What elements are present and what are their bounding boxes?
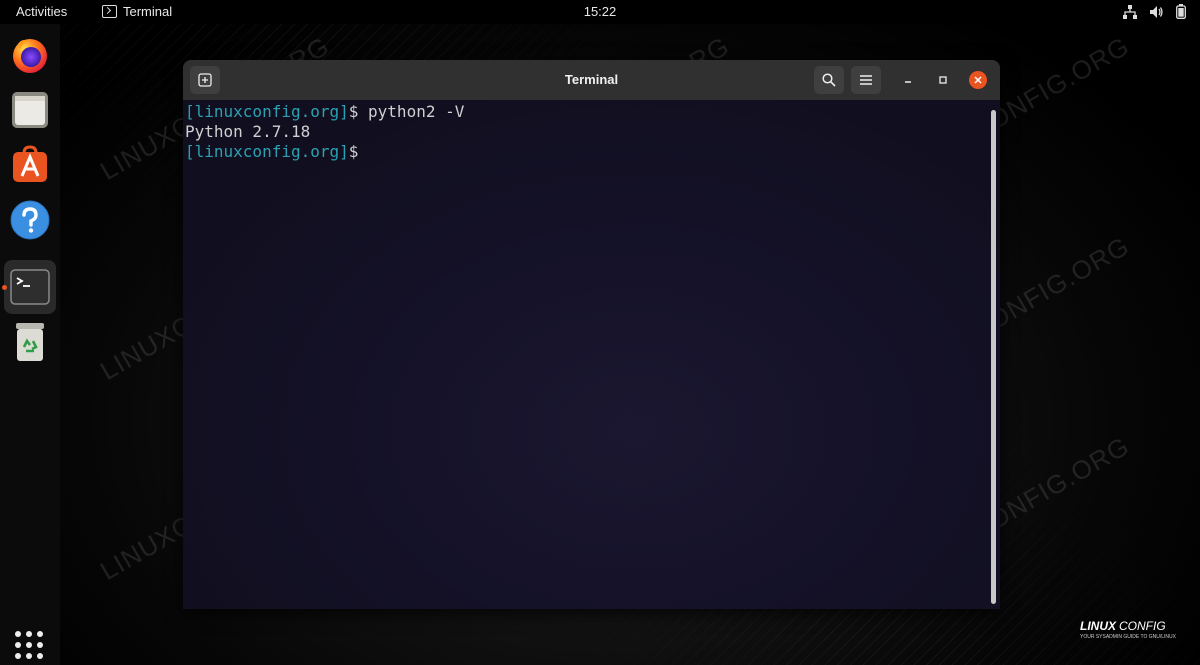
- dock-item-terminal[interactable]: [4, 260, 56, 314]
- shell-prompt: [linuxconfig.org]: [185, 102, 349, 121]
- show-apps-button[interactable]: [14, 630, 44, 664]
- terminal-line: Python 2.7.18: [185, 122, 1000, 142]
- activities-button[interactable]: Activities: [16, 4, 67, 19]
- software-icon: [13, 145, 47, 182]
- svg-text:YOUR SYSADMIN GUIDE TO GNU/LIN: YOUR SYSADMIN GUIDE TO GNU/LINUX: [1080, 634, 1177, 640]
- svg-text:CONFIG: CONFIG: [1119, 619, 1166, 633]
- app-menu[interactable]: Terminal: [102, 4, 172, 19]
- maximize-button[interactable]: [934, 71, 952, 89]
- minimize-button[interactable]: [899, 71, 917, 89]
- dock-item-firefox[interactable]: [5, 30, 55, 80]
- linuxconfig-logo: LINUX CONFIG YOUR SYSADMIN GUIDE TO GNU/…: [1078, 618, 1190, 644]
- command-text: $: [348, 142, 359, 161]
- shell-prompt: [linuxconfig.org]: [185, 142, 349, 161]
- terminal-icon: [102, 5, 117, 18]
- window-titlebar[interactable]: Terminal: [183, 60, 1000, 100]
- apps-grid-icon: [15, 631, 43, 659]
- new-tab-button[interactable]: [190, 66, 220, 94]
- minimize-icon: [905, 81, 911, 83]
- dock-item-trash[interactable]: [5, 317, 55, 367]
- dock: [0, 24, 60, 665]
- close-button[interactable]: [969, 71, 987, 89]
- system-tray[interactable]: [1123, 4, 1186, 19]
- running-indicator: [2, 285, 7, 290]
- files-icon: [12, 92, 48, 128]
- dock-item-files[interactable]: [5, 85, 55, 135]
- dock-item-help[interactable]: [5, 195, 55, 245]
- terminal-line: [linuxconfig.org]$: [185, 142, 1000, 162]
- network-icon[interactable]: [1123, 4, 1137, 19]
- command-text: $ python2 -V: [348, 102, 465, 121]
- terminal-window[interactable]: Terminal [linuxconfig.org]$ python2 -V P…: [183, 60, 1000, 609]
- output-text: Python 2.7.18: [185, 122, 311, 141]
- app-menu-label: Terminal: [123, 4, 173, 19]
- clock[interactable]: 15:22: [584, 4, 617, 19]
- terminal-icon: [10, 269, 50, 305]
- svg-text:LINUX: LINUX: [1080, 619, 1117, 633]
- volume-icon[interactable]: [1149, 5, 1164, 19]
- top-bar: Activities Terminal 15:22: [0, 0, 1200, 24]
- menu-button[interactable]: [851, 66, 881, 94]
- dock-item-software[interactable]: [5, 140, 55, 190]
- search-icon: [822, 73, 836, 87]
- battery-icon[interactable]: [1176, 4, 1186, 19]
- maximize-icon: [939, 76, 947, 84]
- terminal-line: [linuxconfig.org]$ python2 -V: [185, 102, 1000, 122]
- hamburger-menu-icon: [860, 75, 872, 85]
- close-icon: [974, 76, 982, 84]
- search-button[interactable]: [814, 66, 844, 94]
- terminal-output[interactable]: [linuxconfig.org]$ python2 -V Python 2.7…: [183, 100, 1000, 609]
- firefox-icon: [13, 39, 47, 73]
- help-icon: [10, 200, 50, 240]
- trash-icon: [16, 323, 44, 361]
- new-tab-icon: [198, 73, 212, 87]
- scrollbar[interactable]: [991, 110, 996, 604]
